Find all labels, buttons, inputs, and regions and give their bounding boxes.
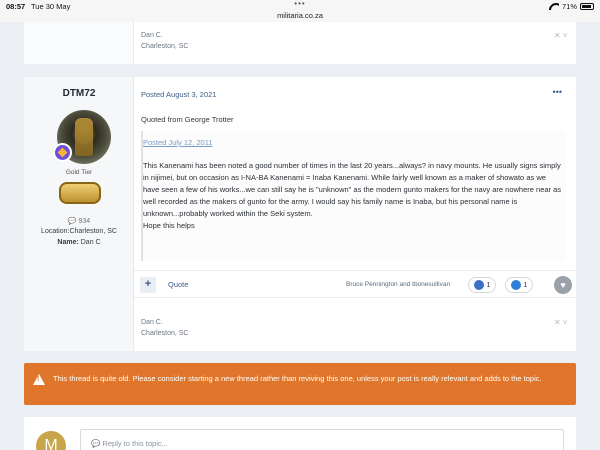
- more-options-icon[interactable]: •••: [553, 87, 562, 97]
- reactors-list[interactable]: Bruce Pennington and tbonesullivan: [346, 281, 450, 288]
- reaction-count: 1: [486, 281, 491, 289]
- reaction-like[interactable]: 1: [505, 277, 533, 293]
- rank-badge-icon: [53, 143, 72, 162]
- forum-post: DTM72 Gold Tier 💬 934 Location:Charlesto…: [24, 77, 576, 351]
- name-label: Name:: [57, 239, 79, 246]
- react-heart-icon[interactable]: ♥: [554, 276, 572, 294]
- post-date[interactable]: Posted August 3, 2021: [141, 90, 216, 99]
- warning-icon: [33, 374, 45, 385]
- previous-post: Dan C. Charleston, SC ✕ ˅: [24, 22, 576, 64]
- tier-label: Gold Tier: [65, 169, 93, 176]
- tier-badge-icon: [59, 182, 101, 204]
- location-label: Location:: [41, 228, 70, 235]
- quote-text: This Kanenami has been noted a good numb…: [143, 160, 564, 232]
- signature-name: Dan C.: [141, 32, 163, 39]
- thanks-icon: [473, 280, 484, 290]
- battery-percent: 71%: [561, 2, 577, 11]
- real-name: Name: Dan C: [24, 239, 134, 246]
- location: Location:Charleston, SC: [24, 228, 134, 235]
- warning-text: This thread is quite old. Please conside…: [53, 374, 542, 383]
- author-name[interactable]: DTM72: [24, 88, 134, 99]
- comment-icon: 💬: [67, 218, 77, 225]
- signature: Dan C. Charleston, SC: [141, 30, 188, 52]
- author-column: DTM72 Gold Tier 💬 934 Location:Charlesto…: [24, 77, 134, 351]
- signature-name: Dan C.: [141, 319, 163, 326]
- thumbs-up-icon: [510, 280, 521, 290]
- location-value: Charleston, SC: [69, 228, 117, 235]
- post-count: 💬 934: [24, 217, 134, 225]
- reply-placeholder: Reply to this topic...: [102, 439, 168, 448]
- close-icon[interactable]: ✕ ˅: [554, 318, 568, 327]
- close-icon[interactable]: ✕ ˅: [554, 31, 568, 40]
- reply-icon: 💬: [91, 439, 103, 448]
- avatar: M: [36, 431, 66, 450]
- name-value: Dan C: [80, 239, 101, 246]
- quote-block: Posted July 12, 2011 This Kanenami has b…: [141, 131, 566, 261]
- quote-date-link[interactable]: Posted July 12, 2011: [143, 138, 213, 147]
- quoted-from: Quoted from George Trotter: [141, 115, 234, 124]
- old-thread-warning: This thread is quite old. Please conside…: [24, 363, 576, 405]
- signature: Dan C. Charleston, SC: [141, 317, 188, 339]
- wifi-icon: [549, 3, 559, 10]
- signature-location: Charleston, SC: [141, 330, 189, 337]
- post-count-value: 934: [78, 218, 91, 225]
- quote-button[interactable]: Quote: [168, 280, 188, 289]
- status-indicators: 71%: [549, 2, 594, 11]
- reply-box: M 💬 Reply to this topic...: [24, 417, 576, 450]
- reply-input[interactable]: 💬 Reply to this topic...: [80, 429, 564, 450]
- quote-paragraph: Hope this helps: [143, 221, 195, 230]
- url-display[interactable]: militaria.co.za: [0, 11, 600, 20]
- multiquote-button[interactable]: +: [140, 277, 156, 293]
- reaction-thanks[interactable]: 1: [468, 277, 496, 293]
- author-column: [24, 22, 134, 64]
- signature-location: Charleston, SC: [141, 43, 189, 50]
- battery-icon: [580, 3, 594, 10]
- reaction-count: 1: [523, 281, 528, 289]
- status-bar: 08:57 Tue 30 May ••• militaria.co.za 71%: [0, 0, 600, 22]
- post-actions: + Quote Bruce Pennington and tbonesulliv…: [134, 270, 576, 298]
- quote-paragraph: This Kanenami has been noted a good numb…: [143, 161, 562, 218]
- browser-handle[interactable]: •••: [0, 0, 600, 8]
